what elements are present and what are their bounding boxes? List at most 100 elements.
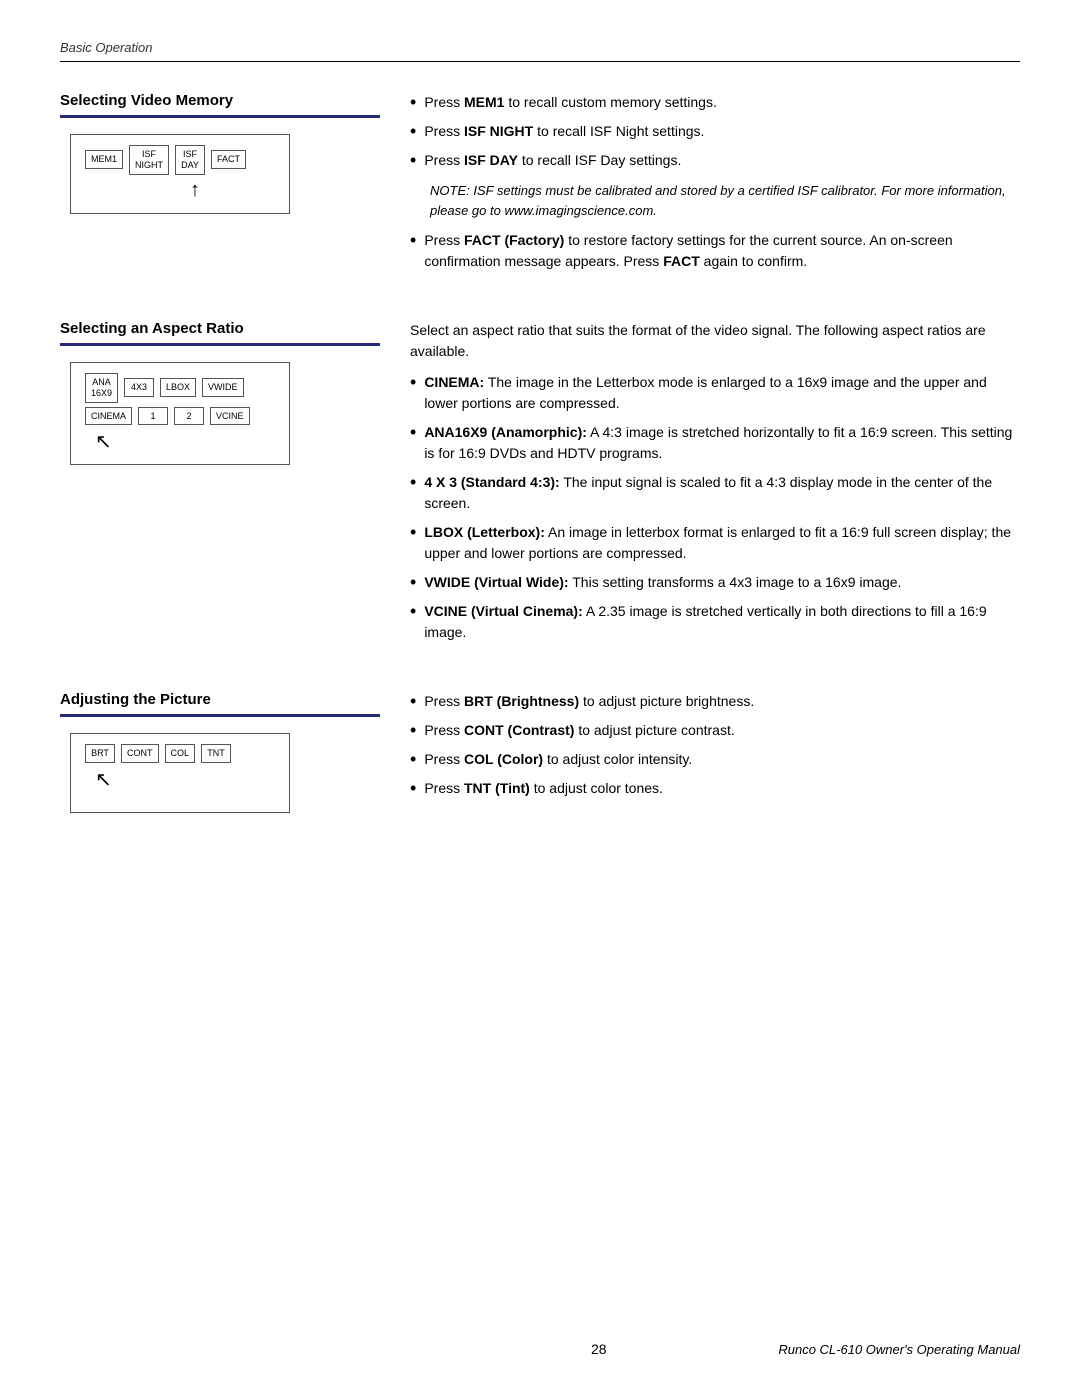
section-aspect-ratio: Selecting an Aspect Ratio ANA16X9 4X3 LBOX V… xyxy=(60,320,1020,651)
bullet-text: CINEMA: The image in the Letterbox mode … xyxy=(424,372,1020,414)
section-left-adjusting-picture: Adjusting the Picture BRT CONT COL TNT ↖ xyxy=(60,691,380,813)
bullet-dot: • xyxy=(410,602,416,620)
page-container: Basic Operation Selecting Video Memory ME… xyxy=(0,0,1080,1397)
bullet-dot: • xyxy=(410,692,416,710)
list-item: • Press MEM1 to recall custom memory sett… xyxy=(410,92,1020,113)
page-number: 28 xyxy=(419,1341,778,1357)
remote-btn-ANA16X9: ANA16X9 xyxy=(85,373,118,403)
arrow-indicator: ↖ xyxy=(95,429,275,454)
bullet-text: Press CONT (Contrast) to adjust picture … xyxy=(424,720,734,741)
list-item: • 4 X 3 (Standard 4:3): The input signal … xyxy=(410,472,1020,514)
remote-diagram-adjusting-picture: BRT CONT COL TNT ↖ xyxy=(70,733,290,813)
section-adjusting-picture: Adjusting the Picture BRT CONT COL TNT ↖ • Pres… xyxy=(60,691,1020,813)
list-item: • LBOX (Letterbox): An image in letterbox… xyxy=(410,522,1020,564)
arrow-indicator: ↑ xyxy=(115,179,275,202)
page-footer: 28 Runco CL-610 Owner's Operating Manual xyxy=(60,1341,1020,1357)
remote-btn-MEM1: MEM1 xyxy=(85,150,123,169)
sections-container: Selecting Video Memory MEM1 ISFNIGHTISFDAY… xyxy=(60,92,1020,813)
remote-btn-VWIDE: VWIDE xyxy=(202,378,244,397)
bullet-list: • CINEMA: The image in the Letterbox mode… xyxy=(410,372,1020,643)
remote-btn-4X3: 4X3 xyxy=(124,378,154,397)
remote-diagram-video-memory: MEM1 ISFNIGHTISFDAY FACT ↑ xyxy=(70,134,290,214)
bullet-text: 4 X 3 (Standard 4:3): The input signal i… xyxy=(424,472,1020,514)
remote-btn-LBOX: LBOX xyxy=(160,378,196,397)
section-video-memory: Selecting Video Memory MEM1 ISFNIGHTISFDAY… xyxy=(60,92,1020,280)
intro-text: Select an aspect ratio that suits the fo… xyxy=(410,320,1020,362)
bullet-dot: • xyxy=(410,151,416,169)
section-title-underline xyxy=(60,343,380,346)
bullet-text: Press TNT (Tint) to adjust color tones. xyxy=(424,778,663,799)
remote-buttons-row: BRT CONT COL TNT xyxy=(85,744,275,763)
remote-btn-FACT: FACT xyxy=(211,150,246,169)
remote-buttons-row: MEM1 ISFNIGHTISFDAY FACT xyxy=(85,145,275,175)
footer-title: Runco CL-610 Owner's Operating Manual xyxy=(778,1342,1020,1357)
list-item: • Press TNT (Tint) to adjust color tones. xyxy=(410,778,1020,799)
bullet-text: VCINE (Virtual Cinema): A 2.35 image is … xyxy=(424,601,1020,643)
bullet-dot: • xyxy=(410,523,416,541)
section-right-aspect-ratio: Select an aspect ratio that suits the fo… xyxy=(410,320,1020,651)
list-item: • Press ISF NIGHT to recall ISF Night set… xyxy=(410,121,1020,142)
section-title-block: Adjusting the Picture xyxy=(60,691,380,733)
bullet-dot: • xyxy=(410,750,416,768)
section-title-underline xyxy=(60,714,380,717)
bullet-text: Press BRT (Brightness) to adjust picture… xyxy=(424,691,754,712)
list-item: • VCINE (Virtual Cinema): A 2.35 image is… xyxy=(410,601,1020,643)
list-item: • Press FACT (Factory) to restore factory… xyxy=(410,230,1020,272)
remote-btn-TNT: TNT xyxy=(201,744,231,763)
remote-btn-ISFNIGHT: ISFNIGHT xyxy=(129,145,169,175)
list-item: • CINEMA: The image in the Letterbox mode… xyxy=(410,372,1020,414)
bullet-text: VWIDE (Virtual Wide): This setting trans… xyxy=(424,572,901,593)
header-label: Basic Operation xyxy=(60,40,1020,55)
header-divider xyxy=(60,61,1020,62)
bullet-list: • Press MEM1 to recall custom memory sett… xyxy=(410,92,1020,171)
bullet-text: Press FACT (Factory) to restore factory … xyxy=(424,230,1020,272)
bullet-text: Press MEM1 to recall custom memory setti… xyxy=(424,92,717,113)
remote-btn-CINEMA: CINEMA xyxy=(85,407,132,426)
note-block: NOTE: ISF settings must be calibrated an… xyxy=(430,181,1020,220)
remote-btn-2: 2 xyxy=(174,407,204,426)
section-left-aspect-ratio: Selecting an Aspect Ratio ANA16X9 4X3 LBOX V… xyxy=(60,320,380,651)
bullet-text: ANA16X9 (Anamorphic): A 4:3 image is str… xyxy=(424,422,1020,464)
arrow-indicator: ↖ xyxy=(95,767,275,792)
bullet-dot: • xyxy=(410,231,416,249)
bullet-dot: • xyxy=(410,721,416,739)
list-item: • Press ISF DAY to recall ISF Day setting… xyxy=(410,150,1020,171)
list-item: • ANA16X9 (Anamorphic): A 4:3 image is st… xyxy=(410,422,1020,464)
list-item: • Press COL (Color) to adjust color inten… xyxy=(410,749,1020,770)
list-item: • VWIDE (Virtual Wide): This setting tran… xyxy=(410,572,1020,593)
bullet-text: Press COL (Color) to adjust color intens… xyxy=(424,749,692,770)
bullet-dot: • xyxy=(410,779,416,797)
remote-btn-ISFDAY: ISFDAY xyxy=(175,145,205,175)
section-title-block: Selecting an Aspect Ratio xyxy=(60,320,380,362)
header-section: Basic Operation xyxy=(60,40,1020,62)
remote-btn-VCINE: VCINE xyxy=(210,407,250,426)
list-item: • Press BRT (Brightness) to adjust pictur… xyxy=(410,691,1020,712)
remote-btn-1: 1 xyxy=(138,407,168,426)
remote-btn-COL: COL xyxy=(165,744,196,763)
bullet-text: Press ISF DAY to recall ISF Day settings… xyxy=(424,150,681,171)
section-title-block: Selecting Video Memory xyxy=(60,92,380,134)
bullet-text: Press ISF NIGHT to recall ISF Night sett… xyxy=(424,121,704,142)
extra-bullet-list: • Press FACT (Factory) to restore factory… xyxy=(410,230,1020,272)
section-title: Selecting Video Memory xyxy=(60,92,380,109)
remote-btn-BRT: BRT xyxy=(85,744,115,763)
section-title-underline xyxy=(60,115,380,118)
remote-btn-CONT: CONT xyxy=(121,744,159,763)
list-item: • Press CONT (Contrast) to adjust picture… xyxy=(410,720,1020,741)
bullet-dot: • xyxy=(410,93,416,111)
bullet-dot: • xyxy=(410,423,416,441)
bullet-dot: • xyxy=(410,122,416,140)
section-left-video-memory: Selecting Video Memory MEM1 ISFNIGHTISFDAY… xyxy=(60,92,380,280)
remote-buttons-row: CINEMA 12 VCINE xyxy=(85,407,275,426)
bullet-dot: • xyxy=(410,373,416,391)
section-title: Adjusting the Picture xyxy=(60,691,380,708)
remote-buttons-row: ANA16X9 4X3 LBOX VWIDE xyxy=(85,373,275,403)
bullet-list: • Press BRT (Brightness) to adjust pictur… xyxy=(410,691,1020,799)
section-right-video-memory: • Press MEM1 to recall custom memory sett… xyxy=(410,92,1020,280)
remote-diagram-aspect-ratio: ANA16X9 4X3 LBOX VWIDE CINEMA 12 VCINE ↖ xyxy=(70,362,290,465)
bullet-text: LBOX (Letterbox): An image in letterbox … xyxy=(424,522,1020,564)
bullet-dot: • xyxy=(410,473,416,491)
section-right-adjusting-picture: • Press BRT (Brightness) to adjust pictur… xyxy=(410,691,1020,813)
bullet-dot: • xyxy=(410,573,416,591)
section-title: Selecting an Aspect Ratio xyxy=(60,320,380,337)
